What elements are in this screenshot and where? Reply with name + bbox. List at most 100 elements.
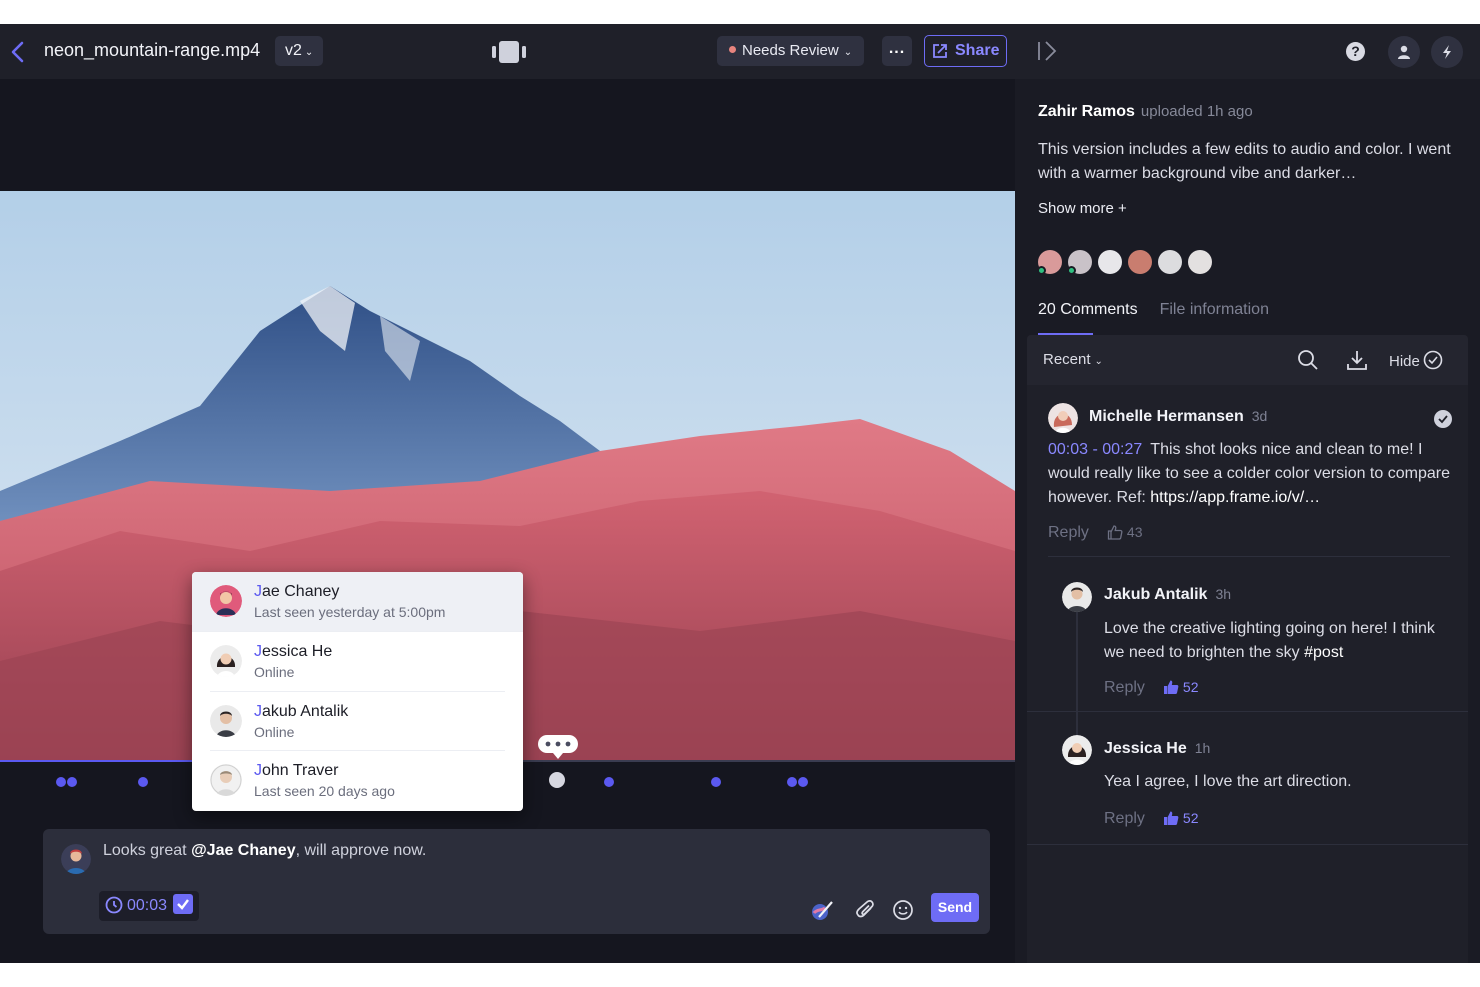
mention-name: akub Antalik (262, 702, 349, 720)
comments-toolbar: Recent ⌄ Hide (1027, 335, 1468, 385)
search-icon[interactable] (1297, 349, 1319, 371)
playhead[interactable] (549, 772, 565, 788)
mention-name: ae Chaney (262, 583, 340, 600)
comment-marker[interactable] (711, 774, 722, 787)
details-sidebar: Zahir Ramos uploaded 1h ago This version … (1015, 79, 1480, 963)
emoji-icon[interactable] (892, 899, 914, 921)
clock-icon (105, 896, 123, 914)
like-count: 52 (1182, 679, 1199, 695)
user-menu-button[interactable] (1388, 36, 1420, 68)
comment-text: Love the creative lighting going on here… (1104, 620, 1435, 661)
avatar (1048, 403, 1078, 433)
comments-panel: Recent ⌄ Hide Michelle Hermansen 3d 00:03 … (1027, 335, 1468, 963)
mention-match: J (254, 762, 262, 780)
comment-item: Michelle Hermansen 3d 00:03 - 00:27 This s… (1027, 385, 1468, 557)
back-button[interactable] (8, 38, 28, 66)
version-dropdown[interactable]: v2 ⌄ (275, 36, 324, 66)
like-button[interactable]: 43 (1107, 524, 1142, 540)
like-button[interactable]: 52 (1163, 810, 1198, 826)
comment-time: 1h (1194, 740, 1211, 756)
sort-label: Recent (1043, 351, 1091, 368)
chevron-down-icon: ⌄ (304, 47, 314, 58)
mention-option[interactable]: Jae Chaney Last seen yesterday at 5:00pm (192, 572, 523, 632)
comment-marker-bubble[interactable] (538, 735, 578, 759)
compare-view-icon[interactable] (492, 41, 526, 63)
upload-time: uploaded 1h ago (1140, 103, 1253, 120)
online-indicator (1067, 266, 1076, 275)
comment-composer[interactable]: Looks great @Jae Chaney, will approve no… (43, 829, 990, 934)
check-circle-icon (1423, 350, 1443, 370)
mention-match: J (254, 642, 262, 660)
annotate-brush-icon[interactable] (811, 899, 833, 921)
avatar[interactable] (1037, 250, 1062, 275)
show-more-link[interactable]: Show more + (1038, 200, 1127, 217)
hide-label: Hide (1389, 353, 1420, 370)
divider (1027, 844, 1468, 845)
comment-body: 00:03 - 00:27 This shot looks nice and cl… (1048, 438, 1458, 510)
resolved-check-icon[interactable] (1434, 410, 1452, 428)
comment-marker[interactable] (787, 774, 809, 787)
collapse-panel-icon[interactable] (1036, 39, 1060, 63)
thumbs-up-icon (1163, 680, 1179, 694)
comment-text: Looks great (103, 842, 192, 859)
online-indicator (1037, 266, 1046, 275)
mention-status: Online (254, 663, 295, 680)
reply-button[interactable]: Reply (1048, 524, 1089, 541)
comment-marker[interactable] (56, 774, 78, 787)
avatar (1062, 582, 1092, 612)
comment-timecode[interactable]: 00:03 - 00:27 (1048, 441, 1142, 458)
comment-text: , will approve now. (295, 842, 427, 859)
actions-button[interactable] (1431, 36, 1463, 68)
comment-link[interactable]: https://app.frame.io/v/… (1150, 489, 1320, 506)
comment-body: Love the creative lighting going on here… (1104, 617, 1444, 665)
share-button[interactable]: Share (924, 35, 1007, 67)
hide-completed-button[interactable]: Hide (1389, 350, 1443, 370)
mention-option[interactable]: Jakub Antalik Online (210, 692, 505, 752)
download-icon[interactable] (1346, 349, 1368, 371)
avatar[interactable] (1188, 250, 1212, 274)
avatar[interactable] (1067, 250, 1092, 275)
timecode-toggle[interactable]: 00:03 (99, 891, 200, 921)
status-dot (729, 46, 736, 53)
tab-comments[interactable]: 20 Comments (1038, 301, 1138, 319)
status-label: Needs Review (742, 42, 839, 59)
attachment-icon[interactable] (855, 899, 877, 921)
mention-match: J (254, 702, 262, 720)
sort-dropdown[interactable]: Recent ⌄ (1043, 351, 1103, 368)
mention-name: essica He (262, 642, 333, 660)
mention-option[interactable]: John Traver Last seen 20 days ago (210, 751, 505, 811)
thumbs-up-icon (1163, 811, 1179, 825)
mention-option[interactable]: Jessica He Online (210, 632, 505, 692)
avatar[interactable] (1158, 250, 1182, 274)
like-button[interactable]: 52 (1163, 679, 1199, 695)
comment-marker[interactable] (604, 774, 615, 787)
comment-input[interactable]: Looks great @Jae Chaney, will approve no… (103, 842, 426, 860)
upload-info: Zahir Ramos uploaded 1h ago (1038, 103, 1253, 121)
mention-status: Last seen yesterday at 5:00pm (254, 604, 446, 620)
avatar[interactable] (1128, 250, 1152, 274)
avatar (210, 644, 242, 677)
comment-time: 3d (1251, 408, 1268, 424)
reply-button[interactable]: Reply (1104, 810, 1145, 827)
lightning-icon (1443, 45, 1451, 59)
comment-marker[interactable] (138, 774, 149, 787)
comment-time: 3h (1215, 586, 1232, 602)
more-options-button[interactable]: ... (882, 36, 912, 66)
send-button[interactable]: Send (931, 893, 979, 922)
comment-author: Michelle Hermansen (1089, 408, 1244, 425)
status-dropdown[interactable]: Needs Review ⌄ (717, 36, 865, 66)
avatar[interactable] (1098, 250, 1122, 274)
timecode-value: 00:03 (127, 897, 168, 914)
avatar (210, 704, 242, 737)
comment-body: Yea I agree, I love the art direction. (1104, 773, 1352, 790)
comment-hashtag[interactable]: #post (1304, 644, 1343, 661)
comment-author: Jakub Antalik (1104, 586, 1208, 603)
version-description: This version includes a few edits to aud… (1038, 141, 1451, 182)
comment-author: Jessica He (1104, 740, 1187, 757)
help-icon[interactable]: ? (1346, 42, 1365, 61)
file-name: neon_mountain-range.mp4 (44, 40, 261, 60)
tab-file-information[interactable]: File information (1160, 301, 1269, 319)
uploader-name: Zahir Ramos (1038, 103, 1135, 120)
checkbox-checked-icon[interactable] (173, 894, 194, 914)
reply-button[interactable]: Reply (1104, 679, 1145, 696)
